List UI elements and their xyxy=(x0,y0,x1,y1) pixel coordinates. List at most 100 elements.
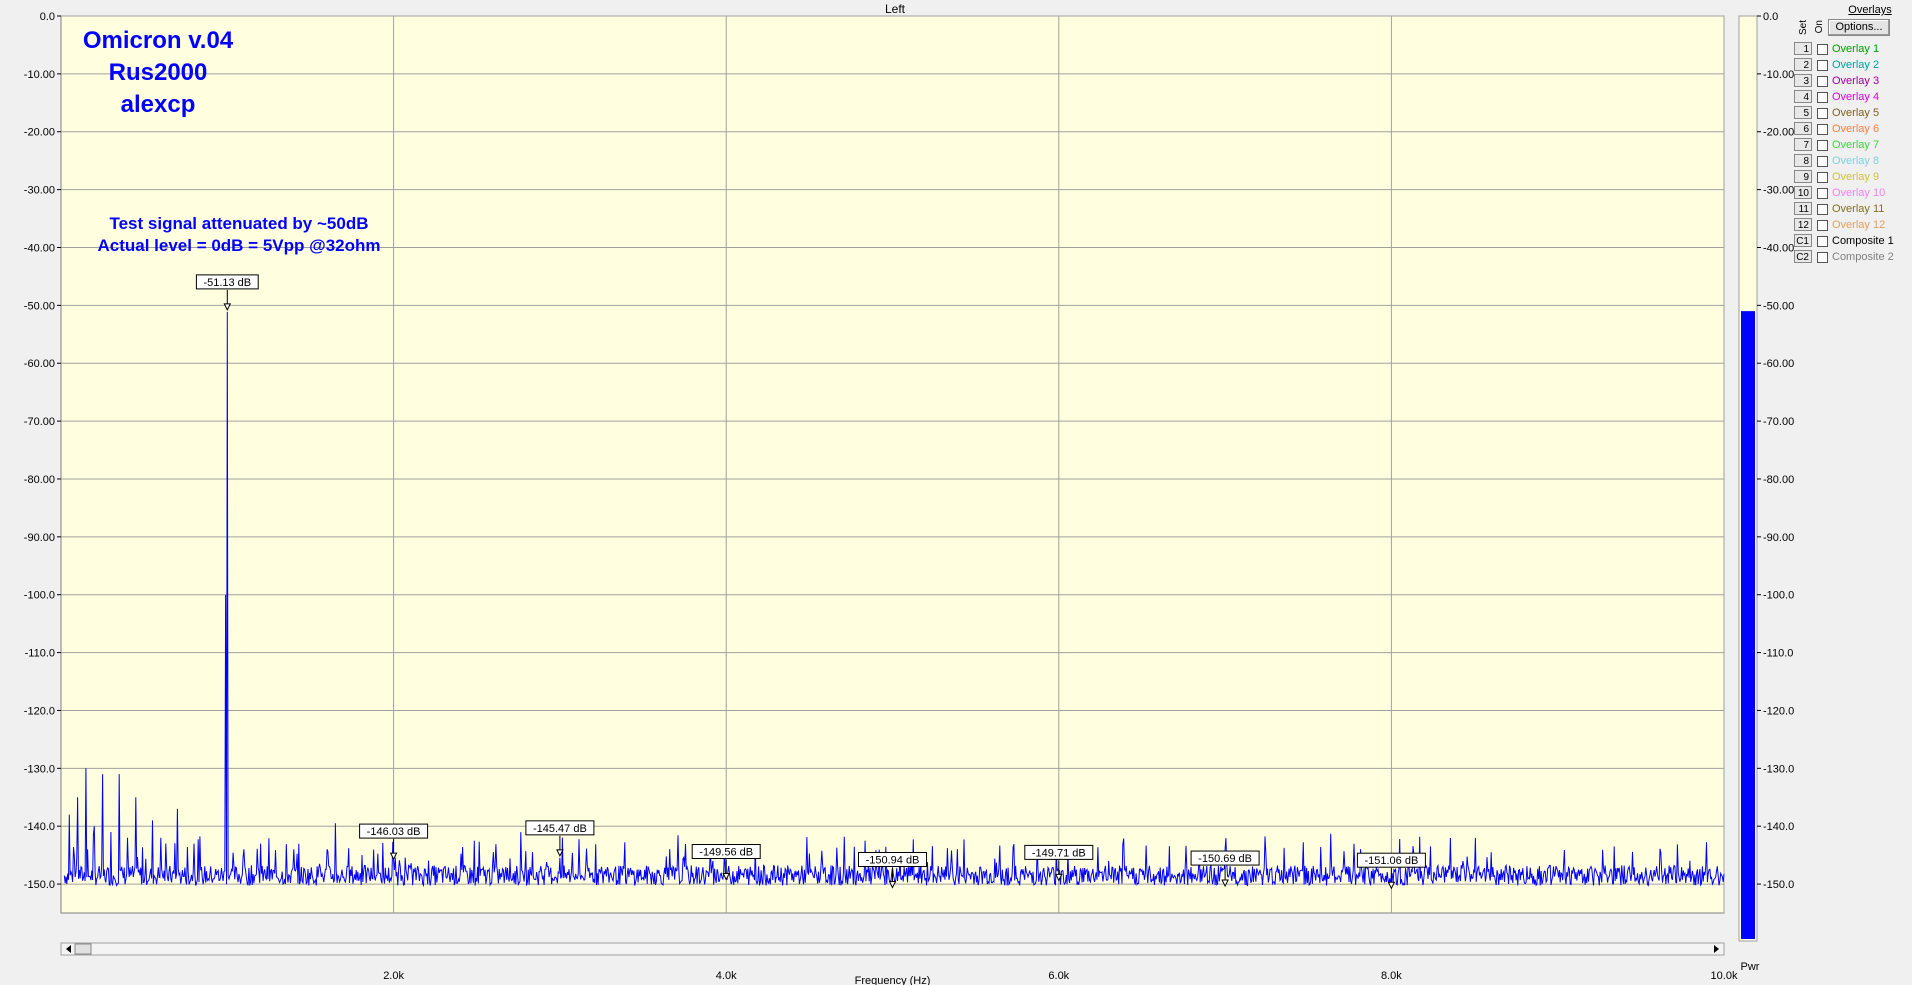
y-tick-label: -70.00 xyxy=(24,416,55,428)
overlay-set-button[interactable]: 12 xyxy=(1794,218,1812,231)
overlay-row: 4 Overlay 4 xyxy=(1794,90,1912,106)
overlay-label: Overlay 6 xyxy=(1832,123,1880,135)
meter-tick-label: -130.0 xyxy=(1763,763,1794,775)
overlay-on-checkbox[interactable] xyxy=(1817,204,1828,215)
annotation-note-line: Test signal attenuated by ~50dB xyxy=(109,214,368,233)
marker-label: -149.56 dB xyxy=(699,847,753,859)
overlay-set-button[interactable]: 9 xyxy=(1794,170,1812,183)
meter-tick-label: -110.0 xyxy=(1763,648,1793,660)
column-header-on: On xyxy=(1814,20,1825,34)
overlay-label: Overlay 1 xyxy=(1832,43,1880,55)
power-meter-bar xyxy=(1741,311,1755,939)
overlay-on-checkbox[interactable] xyxy=(1817,220,1828,231)
overlay-set-button[interactable]: 10 xyxy=(1794,186,1812,199)
overlay-set-button[interactable]: 11 xyxy=(1794,202,1812,215)
overlay-options-button[interactable]: Options... xyxy=(1828,19,1890,36)
overlay-on-checkbox[interactable] xyxy=(1817,76,1828,87)
spectrum-chart: Left 2.0k 4.0k 6.0k 8.0k 10.0k 0.0 -10.00 -20.00… xyxy=(0,0,1794,985)
overlay-label: Overlay 9 xyxy=(1832,171,1880,183)
overlay-label: Composite 1 xyxy=(1832,235,1894,247)
overlay-on-checkbox[interactable] xyxy=(1817,188,1828,199)
overlay-row: C2 Composite 2 xyxy=(1794,250,1912,266)
overlay-set-button[interactable]: 3 xyxy=(1794,74,1812,87)
overlay-set-button[interactable]: 5 xyxy=(1794,106,1812,119)
overlay-on-checkbox[interactable] xyxy=(1817,252,1828,263)
overlay-label: Overlay 10 xyxy=(1832,187,1886,199)
y-tick-label: -80.00 xyxy=(24,474,55,486)
overlay-row: 6 Overlay 6 xyxy=(1794,122,1912,138)
marker-label: -150.94 dB xyxy=(866,855,920,867)
overlay-label: Overlay 7 xyxy=(1832,139,1880,151)
marker-label: -151.06 dB xyxy=(1364,855,1418,867)
meter-tick-label: -30.00 xyxy=(1763,185,1794,197)
y-tick-label: -10.00 xyxy=(24,69,55,81)
marker-label: -149.71 dB xyxy=(1032,847,1086,859)
overlay-on-checkbox[interactable] xyxy=(1817,236,1828,247)
window-title: Left xyxy=(885,2,906,16)
overlay-set-button[interactable]: C1 xyxy=(1794,234,1812,247)
y-tick-label: -50.00 xyxy=(24,300,55,312)
y-tick-label: -40.00 xyxy=(24,242,55,254)
overlay-on-checkbox[interactable] xyxy=(1817,172,1828,183)
overlay-set-button[interactable]: 7 xyxy=(1794,138,1812,151)
marker-label: -150.69 dB xyxy=(1198,853,1252,865)
meter-tick-label: -40.00 xyxy=(1763,242,1794,254)
overlay-row: 2 Overlay 2 xyxy=(1794,58,1912,74)
scrollbar-thumb[interactable] xyxy=(74,943,92,955)
overlay-label: Overlay 5 xyxy=(1832,107,1880,119)
y-tick-label: -140.0 xyxy=(24,821,55,833)
meter-tick-label: -120.0 xyxy=(1763,705,1794,717)
marker-label: -145.47 dB xyxy=(533,823,587,835)
y-tick-label: -150.0 xyxy=(24,879,55,891)
overlay-set-button[interactable]: 8 xyxy=(1794,154,1812,167)
overlay-on-checkbox[interactable] xyxy=(1817,124,1828,135)
overlay-on-checkbox[interactable] xyxy=(1817,60,1828,71)
meter-tick-label: -50.00 xyxy=(1763,300,1794,312)
power-meter-label: Pwr xyxy=(1741,961,1760,973)
overlay-set-button[interactable]: 2 xyxy=(1794,58,1812,71)
meter-tick-label: -10.00 xyxy=(1763,69,1794,81)
overlay-on-checkbox[interactable] xyxy=(1817,92,1828,103)
plot-area xyxy=(60,15,1725,914)
overlay-row: 11 Overlay 11 xyxy=(1794,202,1912,218)
overlay-on-checkbox[interactable] xyxy=(1817,108,1828,119)
overlay-row: 3 Overlay 3 xyxy=(1794,74,1912,90)
overlay-on-checkbox[interactable] xyxy=(1817,44,1828,55)
horizontal-scrollbar[interactable] xyxy=(60,942,1725,956)
overlay-set-button[interactable]: 1 xyxy=(1794,42,1812,55)
meter-tick-label: -140.0 xyxy=(1763,821,1794,833)
x-tick-label: 2.0k xyxy=(383,970,404,982)
overlay-row: 12 Overlay 12 xyxy=(1794,218,1912,234)
x-axis-label: Frequency (Hz) xyxy=(855,975,931,985)
overlay-on-checkbox[interactable] xyxy=(1817,140,1828,151)
annotation-title-line: Omicron v.04 xyxy=(83,27,234,54)
overlay-on-checkbox[interactable] xyxy=(1817,156,1828,167)
y-tick-label: -100.0 xyxy=(24,590,55,602)
meter-tick-label: -90.00 xyxy=(1763,532,1794,544)
overlay-label: Overlay 2 xyxy=(1832,59,1880,71)
annotation-title-line: alexcp xyxy=(121,91,196,118)
overlay-row: 10 Overlay 10 xyxy=(1794,186,1912,202)
marker-label: -146.03 dB xyxy=(367,826,421,838)
meter-tick-label: -20.00 xyxy=(1763,127,1794,139)
x-tick-label: 8.0k xyxy=(1381,970,1402,982)
overlays-title: Overlays xyxy=(1848,4,1892,16)
overlay-row: 5 Overlay 5 xyxy=(1794,106,1912,122)
x-tick-label: 4.0k xyxy=(716,970,737,982)
y-tick-label: -90.00 xyxy=(24,532,55,544)
annotation-note-line: Actual level = 0dB = 5Vpp @32ohm xyxy=(97,236,380,255)
overlay-set-button[interactable]: 6 xyxy=(1794,122,1812,135)
overlay-set-button[interactable]: 4 xyxy=(1794,90,1812,103)
meter-tick-label: -60.00 xyxy=(1763,358,1794,370)
overlays-panel: Overlays Set On Options... 1 Overlay 1 2 Ov… xyxy=(1794,2,1912,282)
y-tick-label: -110.0 xyxy=(25,648,55,660)
overlay-label: Overlay 8 xyxy=(1832,155,1880,167)
overlay-row: 7 Overlay 7 xyxy=(1794,138,1912,154)
overlay-set-button[interactable]: C2 xyxy=(1794,250,1812,263)
overlay-row: C1 Composite 1 xyxy=(1794,234,1912,250)
y-tick-label: 0.0 xyxy=(40,11,55,23)
overlay-label: Composite 2 xyxy=(1832,251,1894,263)
y-tick-label: -60.00 xyxy=(24,358,55,370)
x-tick-label: 10.0k xyxy=(1711,970,1738,982)
y-tick-label: -30.00 xyxy=(24,185,55,197)
